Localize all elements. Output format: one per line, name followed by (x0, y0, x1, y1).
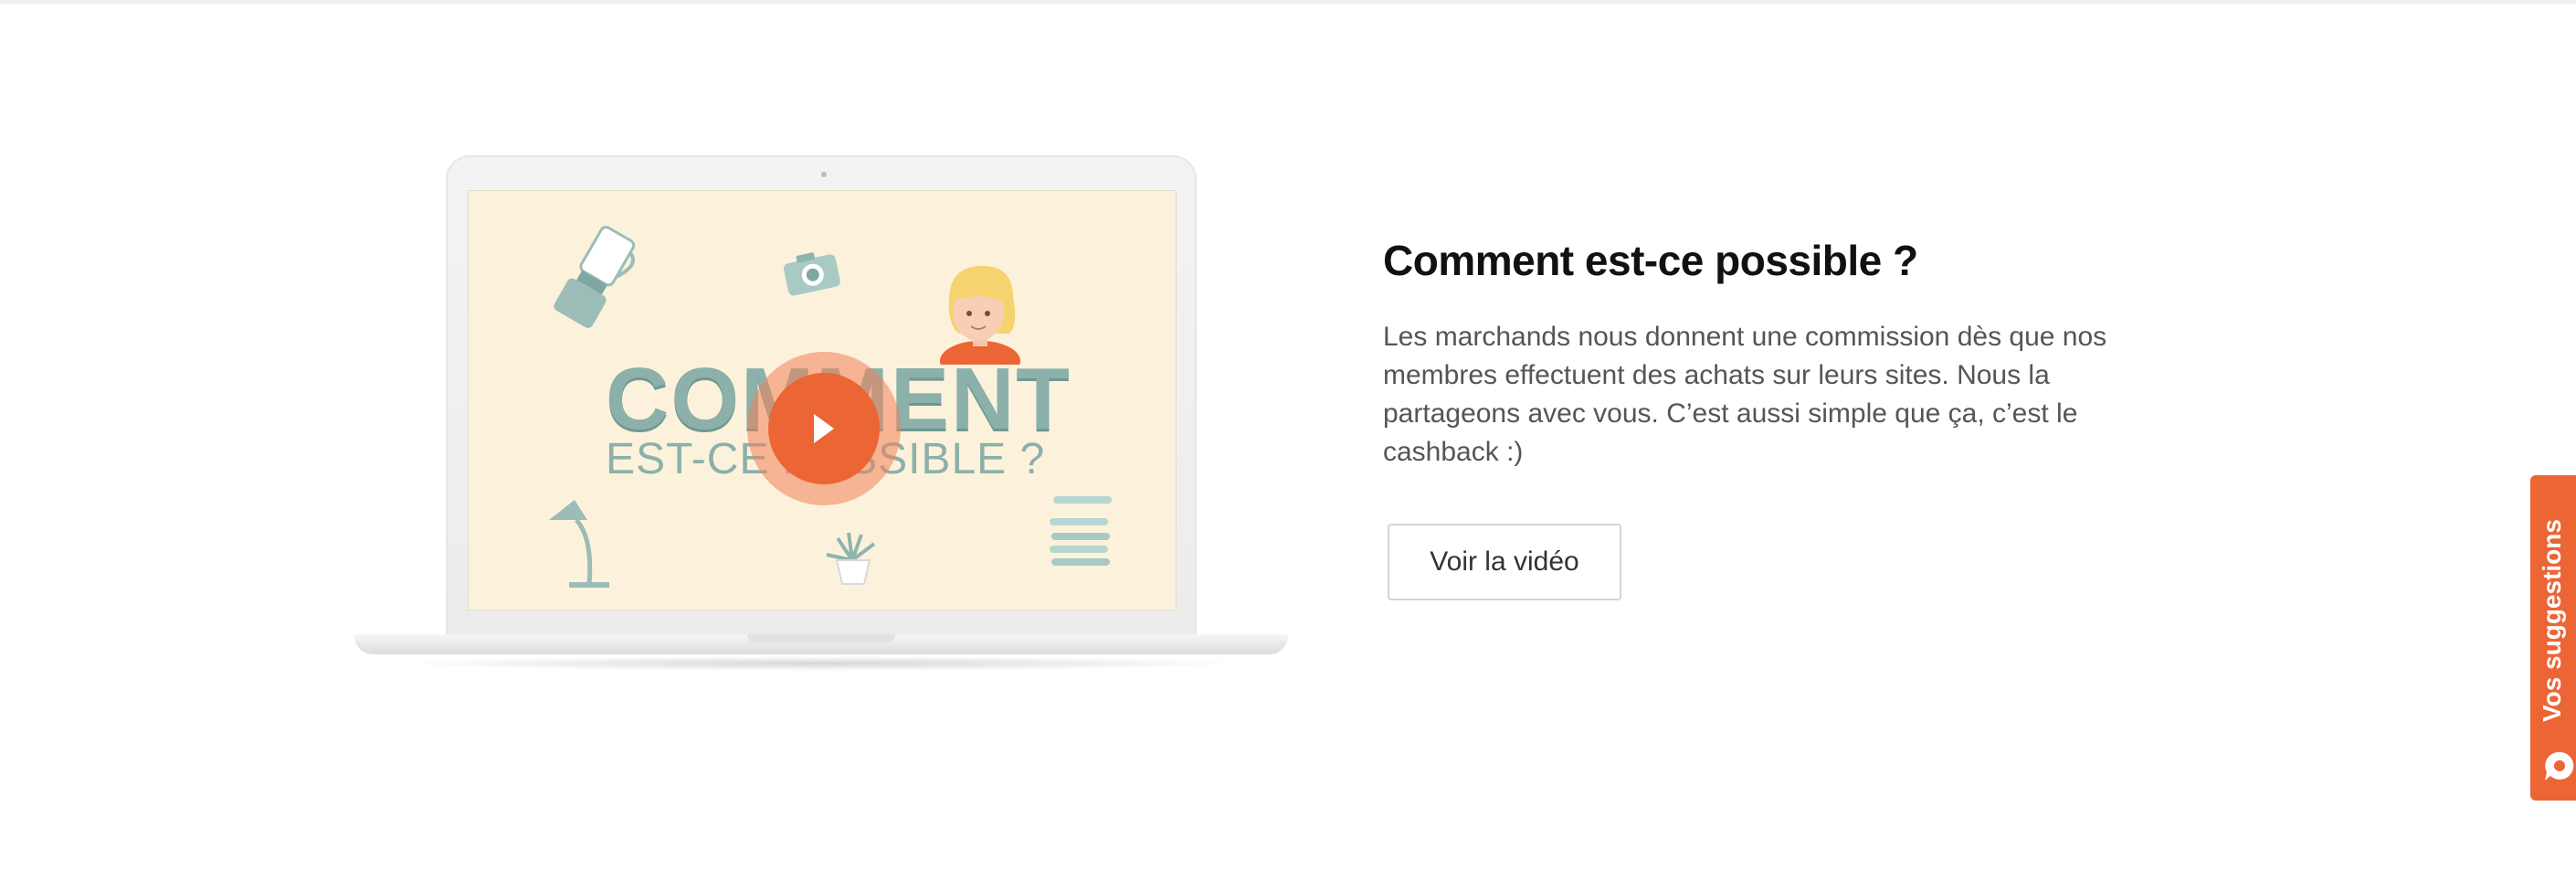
plates-stack-icon (1050, 496, 1112, 566)
plant-icon (826, 532, 876, 585)
camera-icon (783, 252, 840, 296)
laptop-lid: COMMENT EST-CE POSSIBLE ? (446, 155, 1197, 638)
section-description: Les marchands nous donnent une commissio… (1383, 322, 2107, 467)
laptop-base (354, 634, 1288, 654)
laptop-shadow (391, 656, 1251, 671)
play-button[interactable] (768, 373, 880, 484)
desk-lamp-icon (549, 500, 609, 588)
video-thumbnail[interactable]: COMMENT EST-CE POSSIBLE ? (468, 190, 1177, 610)
chat-bubble-icon (2545, 751, 2574, 780)
feedback-tab[interactable]: Vos suggestions (2530, 475, 2576, 801)
top-divider (0, 0, 2576, 4)
video-laptop: COMMENT EST-CE POSSIBLE ? (354, 155, 1288, 674)
blender-icon (554, 226, 636, 328)
play-icon (814, 414, 834, 443)
laptop-notch (747, 634, 895, 643)
webcam-dot (821, 172, 827, 177)
watch-video-button[interactable]: Voir la vidéo (1388, 524, 1621, 600)
section-heading: Comment est-ce possible ? (1383, 237, 1918, 284)
feedback-tab-label: Vos suggestions (2538, 519, 2566, 722)
